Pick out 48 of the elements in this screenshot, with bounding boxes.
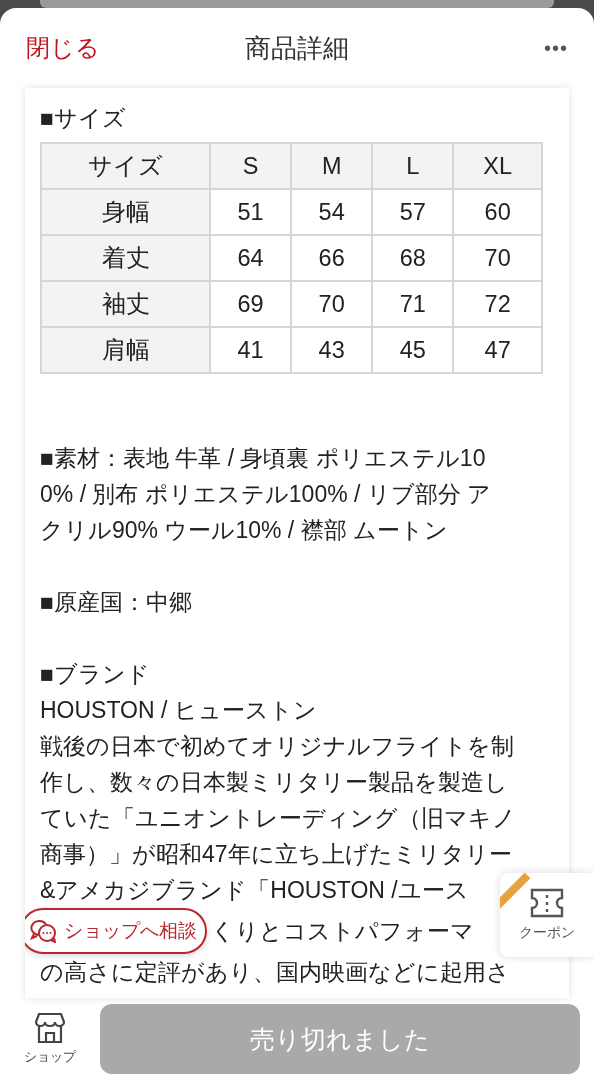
table-cell: 72	[453, 281, 542, 327]
table-cell: 70	[453, 235, 542, 281]
origin-text: ■原産国：中郷	[40, 588, 192, 617]
brand-description: 戦後の日本で初めてオリジナルフライトを制	[40, 732, 514, 761]
row-header: 着丈	[41, 235, 210, 281]
page-title: 商品詳細	[245, 31, 349, 65]
ticket-icon	[530, 888, 564, 918]
table-cell: 51	[210, 189, 292, 235]
chat-icon	[30, 919, 58, 943]
table-cell: 45	[372, 327, 454, 373]
section-heading: ■サイズ	[40, 104, 126, 133]
table-cell: 66	[291, 235, 373, 281]
brand-description: の高さに定評があり、国内映画などに起用さ	[40, 958, 510, 987]
column-header: XL	[453, 143, 542, 189]
table-cell: 68	[372, 235, 454, 281]
material-text: クリル90% ウール10% / 襟部 ムートン	[40, 516, 449, 545]
column-header: サイズ	[41, 143, 210, 189]
brand-name: HOUSTON / ヒューストン	[40, 696, 317, 725]
brand-description: ていた「ユニオントレーディング（旧マキノ	[40, 804, 516, 833]
table-cell: 41	[210, 327, 292, 373]
shop-tab[interactable]: ショップ	[20, 1012, 80, 1066]
section-heading: ■ブランド	[40, 660, 150, 689]
table-cell: 70	[291, 281, 373, 327]
row-header: 袖丈	[41, 281, 210, 327]
brand-description: &アメカジブランド「HOUSTON /ユース	[40, 876, 469, 905]
table-cell: 57	[372, 189, 454, 235]
table-cell: 43	[291, 327, 373, 373]
material-text: 0% / 別布 ポリエステル100% / リブ部分 ア	[40, 480, 492, 509]
table-cell: 60	[453, 189, 542, 235]
chat-button[interactable]: ショップへ相談	[25, 908, 207, 954]
table-cell: 69	[210, 281, 292, 327]
table-cell: 54	[291, 189, 373, 235]
column-header: L	[372, 143, 454, 189]
more-button[interactable]: •••	[544, 36, 568, 60]
table-cell: 47	[453, 327, 542, 373]
table-cell: 71	[372, 281, 454, 327]
row-header: 肩幅	[41, 327, 210, 373]
coupon-button[interactable]: クーポン	[500, 873, 594, 957]
brand-description: 作し、数々の日本製ミリタリー製品を製造し	[40, 768, 508, 797]
brand-description: 商事）」が昭和47年に立ち上げたミリタリー	[40, 840, 512, 869]
brand-description: くりとコストパフォーマ	[211, 917, 474, 946]
column-header: M	[291, 143, 373, 189]
row-header: 身幅	[41, 189, 210, 235]
table-cell: 64	[210, 235, 292, 281]
material-text: ■素材：表地 牛革 / 身頃裏 ポリエステル10	[40, 444, 486, 473]
column-header: S	[210, 143, 292, 189]
shop-icon	[35, 1012, 65, 1044]
close-button[interactable]: 閉じる	[26, 32, 100, 64]
